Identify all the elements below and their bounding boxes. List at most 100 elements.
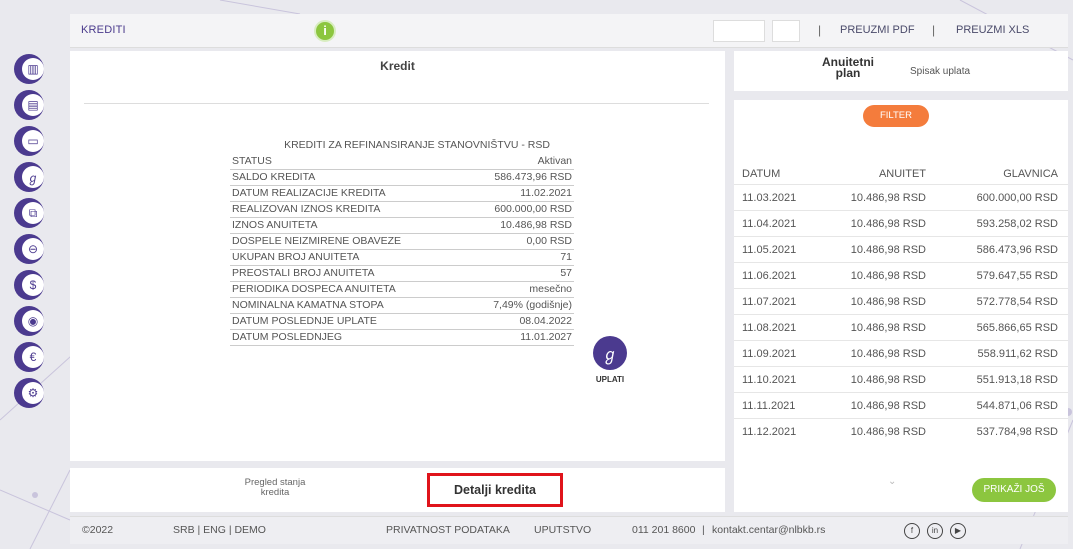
detail-value: 71 <box>560 251 572 263</box>
cell-principal: 544.871,06 RSD <box>976 400 1058 412</box>
cell-date: 11.04.2021 <box>742 218 797 230</box>
loan-panel: Kredit KREDITI ZA REFINANSIRANJE STANOVN… <box>70 51 725 461</box>
guide-link[interactable]: UPUTSTVO <box>534 524 591 536</box>
sidebar-item-transfer[interactable]: ⊖ <box>14 234 44 264</box>
cell-annuity: 10.486,98 RSD <box>850 426 926 438</box>
detail-value: 57 <box>560 267 572 279</box>
chevron-down-icon[interactable]: ⌄ <box>888 476 896 487</box>
cell-annuity: 10.486,98 RSD <box>850 296 926 308</box>
copyright: ©2022 <box>82 524 114 536</box>
signature-icon: ℊ <box>22 166 44 188</box>
table-row: 11.09.2021 10.486,98 RSD 558.911,62 RSD <box>734 340 1068 366</box>
dollar-icon: $ <box>22 274 44 296</box>
detail-value: 0,00 RSD <box>526 235 572 247</box>
cell-principal: 572.778,54 RSD <box>976 296 1058 308</box>
cell-principal: 558.911,62 RSD <box>977 348 1058 360</box>
sidebar-item-locations[interactable]: ◉ <box>14 306 44 336</box>
table-row: 11.04.2021 10.486,98 RSD 593.258,02 RSD <box>734 210 1068 236</box>
cell-date: 11.10.2021 <box>742 374 797 386</box>
cell-principal: 600.000,00 RSD <box>976 192 1058 204</box>
devices-icon: ⧉ <box>22 202 44 224</box>
detail-value: Aktivan <box>537 155 572 167</box>
sidebar-item-settings[interactable]: ⚙ <box>14 378 44 408</box>
table-body: 11.03.2021 10.486,98 RSD 600.000,00 RSD 11.… <box>734 184 1068 444</box>
table-row: 11.03.2021 10.486,98 RSD 600.000,00 RSD <box>734 184 1068 210</box>
detail-row: DATUM POSLEDNJEG 11.01.2027 <box>230 330 574 346</box>
table-row: 11.11.2021 10.486,98 RSD 544.871,06 RSD <box>734 392 1068 418</box>
detail-label: IZNOS ANUITETA <box>232 219 318 231</box>
pay-button[interactable]: ℊ <box>593 336 627 370</box>
sidebar-item-payments[interactable]: ℊ <box>14 162 44 192</box>
detail-value: 11.02.2021 <box>520 187 572 199</box>
detail-row: PERIODIKA DOSPECA ANUITETA mesečno <box>230 282 574 298</box>
column-principal: GLAVNICA <box>1003 168 1058 180</box>
pay-label[interactable]: UPLATI <box>588 375 632 384</box>
separator: | <box>702 524 705 536</box>
detail-label: NOMINALNA KAMATNA STOPA <box>232 299 384 311</box>
detail-label: PERIODIKA DOSPECA ANUITETA <box>232 283 396 295</box>
detail-row: DATUM REALIZACIJE KREDITA 11.02.2021 <box>230 186 574 202</box>
facebook-icon[interactable]: f <box>904 523 920 539</box>
detail-label: DATUM REALIZACIJE KREDITA <box>232 187 386 199</box>
cell-annuity: 10.486,98 RSD <box>850 192 926 204</box>
detail-row: STATUS Aktivan <box>230 154 574 170</box>
sidebar-item-devices[interactable]: ⧉ <box>14 198 44 228</box>
sidebar-item-cards[interactable]: ▭ <box>14 126 44 156</box>
download-pdf-link[interactable]: PREUZMI PDF <box>840 24 915 36</box>
detail-row: IZNOS ANUITETA 10.486,98 RSD <box>230 218 574 234</box>
schedule-footer: ⌄ PRIKAŽI JOŠ <box>734 470 1068 512</box>
cell-principal: 551.913,18 RSD <box>976 374 1058 386</box>
detail-value: 10.486,98 RSD <box>500 219 572 231</box>
card-icon: ▭ <box>22 130 44 152</box>
tab-payment-list[interactable]: Spisak uplata <box>910 66 970 77</box>
euro-icon: € <box>22 346 44 368</box>
sidebar-item-documents[interactable]: ▤ <box>14 90 44 120</box>
breadcrumb: KREDITI <box>81 24 126 36</box>
table-row: 11.08.2021 10.486,98 RSD 565.866,65 RSD <box>734 314 1068 340</box>
detail-label: DOSPELE NEIZMIRENE OBAVEZE <box>232 235 402 247</box>
linkedin-icon[interactable]: in <box>927 523 943 539</box>
cell-annuity: 10.486,98 RSD <box>850 270 926 282</box>
detail-row: NOMINALNA KAMATNA STOPA 7,49% (godišnje) <box>230 298 574 314</box>
sidebar-item-exchange[interactable]: € <box>14 342 44 372</box>
cell-annuity: 10.486,98 RSD <box>850 400 926 412</box>
loan-product-name: KREDITI ZA REFINANSIRANJE STANOVNIŠTVU -… <box>284 139 550 151</box>
column-date: DATUM <box>742 168 781 180</box>
loan-details-list: STATUS Aktivan SALDO KREDITA 586.473,96 RSD… <box>230 154 574 346</box>
privacy-link[interactable]: PRIVATNOST PODATAKA <box>386 524 510 536</box>
language-links[interactable]: SRB | ENG | DEMO <box>173 524 266 536</box>
toolbar-field-2[interactable] <box>772 20 800 42</box>
tab-annuity-plan[interactable]: Anuitetni plan <box>818 56 878 79</box>
info-icon[interactable]: i <box>314 20 336 42</box>
detail-row: UKUPAN BROJ ANUITETA 71 <box>230 250 574 266</box>
cell-annuity: 10.486,98 RSD <box>850 218 926 230</box>
documents-icon: ▤ <box>22 94 44 116</box>
detail-label: REALIZOVAN IZNOS KREDITA <box>232 203 381 215</box>
cell-annuity: 10.486,98 RSD <box>850 348 926 360</box>
detail-value: 11.01.2027 <box>520 331 572 343</box>
toolbar-field-1[interactable] <box>713 20 765 42</box>
youtube-icon[interactable]: ▶ <box>950 523 966 539</box>
sidebar-item-currency[interactable]: $ <box>14 270 44 300</box>
detail-value: 586.473,96 RSD <box>494 171 572 183</box>
table-row: 11.07.2021 10.486,98 RSD 572.778,54 RSD <box>734 288 1068 314</box>
detail-label: PREOSTALI BROJ ANUITETA <box>232 267 375 279</box>
sidebar-item-overview[interactable]: ▥ <box>14 54 44 84</box>
download-xls-link[interactable]: PREUZMI XLS <box>956 24 1029 36</box>
filter-button[interactable]: FILTER <box>863 105 929 127</box>
table-row: 11.12.2021 10.486,98 RSD 537.784,98 RSD <box>734 418 1068 444</box>
signature-icon: ℊ <box>601 347 618 364</box>
detail-value: mesečno <box>529 283 572 295</box>
annuity-schedule-panel: FILTER DATUM ANUITET GLAVNICA 11.03.2021… <box>734 100 1068 512</box>
tab-details[interactable]: Detalji kredita <box>427 473 563 507</box>
footer: ©2022 SRB | ENG | DEMO PRIVATNOST PODATA… <box>70 516 1068 544</box>
detail-row: REALIZOVAN IZNOS KREDITA 600.000,00 RSD <box>230 202 574 218</box>
annuity-table: DATUM ANUITET GLAVNICA 11.03.2021 10.486,… <box>734 164 1068 444</box>
show-more-button[interactable]: PRIKAŽI JOŠ <box>972 478 1056 502</box>
detail-value: 600.000,00 RSD <box>494 203 572 215</box>
cell-date: 11.07.2021 <box>742 296 797 308</box>
loan-tabs: Pregled stanja kredita Detalji kredita <box>70 468 725 512</box>
detail-row: DOSPELE NEIZMIRENE OBAVEZE 0,00 RSD <box>230 234 574 250</box>
tab-overview[interactable]: Pregled stanja kredita <box>240 478 310 498</box>
email-link[interactable]: kontakt.centar@nlbkb.rs <box>712 524 825 536</box>
